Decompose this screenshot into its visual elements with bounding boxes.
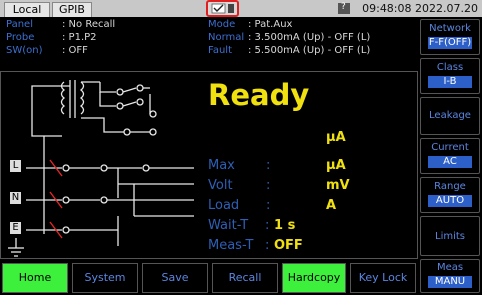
remote-icon: ? — [338, 2, 350, 14]
class-value: I-B — [428, 76, 472, 88]
wait-time-label: Wait-T — [208, 218, 249, 233]
current-title: Current — [431, 142, 469, 153]
key-lock-button[interactable]: Key Lock — [350, 263, 416, 293]
mode-label: Mode — [208, 19, 236, 30]
normal-label: Normal — [208, 32, 245, 43]
current-value: AC — [428, 156, 472, 168]
class-button[interactable]: Class I-B — [420, 58, 480, 94]
panel-label: Panel — [6, 19, 33, 30]
system-button[interactable]: System — [72, 263, 138, 293]
meas-button[interactable]: Meas MANU — [420, 259, 480, 293]
load-label: Load — [208, 198, 240, 213]
meas-time-value: OFF — [274, 238, 303, 253]
tab-gpib[interactable]: GPIB — [52, 2, 92, 18]
volt-sep: : — [266, 178, 271, 193]
recall-button[interactable]: Recall — [212, 263, 278, 293]
max-sep: : — [266, 158, 271, 173]
probe-label: Probe — [6, 32, 35, 43]
fault-label: Fault — [208, 45, 232, 56]
volt-label: Volt — [208, 178, 233, 193]
reading-unit: µA — [326, 130, 346, 145]
range-value: AUTO — [428, 195, 472, 207]
max-label: Max — [208, 158, 235, 173]
clock: 09:48:08 2022.07.20 — [362, 2, 478, 15]
tab-local[interactable]: Local — [4, 2, 50, 18]
network-title: Network — [429, 23, 471, 34]
hardcopy-button[interactable]: Hardcopy — [282, 263, 346, 293]
current-button[interactable]: Current AC — [420, 138, 480, 174]
wait-time-sep: : — [265, 218, 270, 233]
mode-value: : Pat.Aux — [248, 19, 293, 30]
circuit-diagram — [8, 80, 194, 257]
home-button[interactable]: Home — [2, 263, 68, 293]
terminal-l-label: L — [10, 160, 21, 172]
meas-title: Meas — [436, 262, 464, 273]
load-unit: A — [326, 198, 337, 213]
network-button[interactable]: Network F-F(OFF) — [420, 19, 480, 55]
range-button[interactable]: Range AUTO — [420, 177, 480, 213]
fault-value: : 5.500mA (Up) - OFF (L) — [248, 45, 371, 56]
panel-value: : No Recall — [62, 19, 116, 30]
normal-value: : 3.500mA (Up) - OFF (L) — [248, 32, 371, 43]
class-title: Class — [436, 62, 464, 73]
volt-unit: mV — [326, 178, 350, 193]
terminal-n-label: N — [10, 192, 21, 204]
meas-time-sep: : — [265, 238, 270, 253]
meas-time-label: Meas-T — [208, 238, 254, 253]
max-unit: µA — [326, 158, 346, 173]
status-ready: Ready — [208, 78, 310, 112]
sw-label: SW(on) — [6, 45, 43, 56]
range-title: Range — [434, 181, 466, 192]
save-button[interactable]: Save — [142, 263, 208, 293]
limits-label: Limits — [435, 231, 465, 242]
leakage-button[interactable]: Leakage — [420, 97, 480, 135]
leakage-label: Leakage — [429, 110, 471, 121]
limits-button[interactable]: Limits — [420, 216, 480, 256]
usb-indicator-highlight — [206, 0, 239, 17]
probe-value: : P1.P2 — [62, 32, 97, 43]
wait-time-value: 1 s — [274, 218, 296, 233]
check-icon — [211, 3, 234, 14]
load-sep: : — [266, 198, 271, 213]
sw-value: : OFF — [62, 45, 88, 56]
terminal-e-label: E — [10, 222, 21, 234]
network-value: F-F(OFF) — [428, 37, 472, 49]
meas-value: MANU — [428, 276, 472, 288]
